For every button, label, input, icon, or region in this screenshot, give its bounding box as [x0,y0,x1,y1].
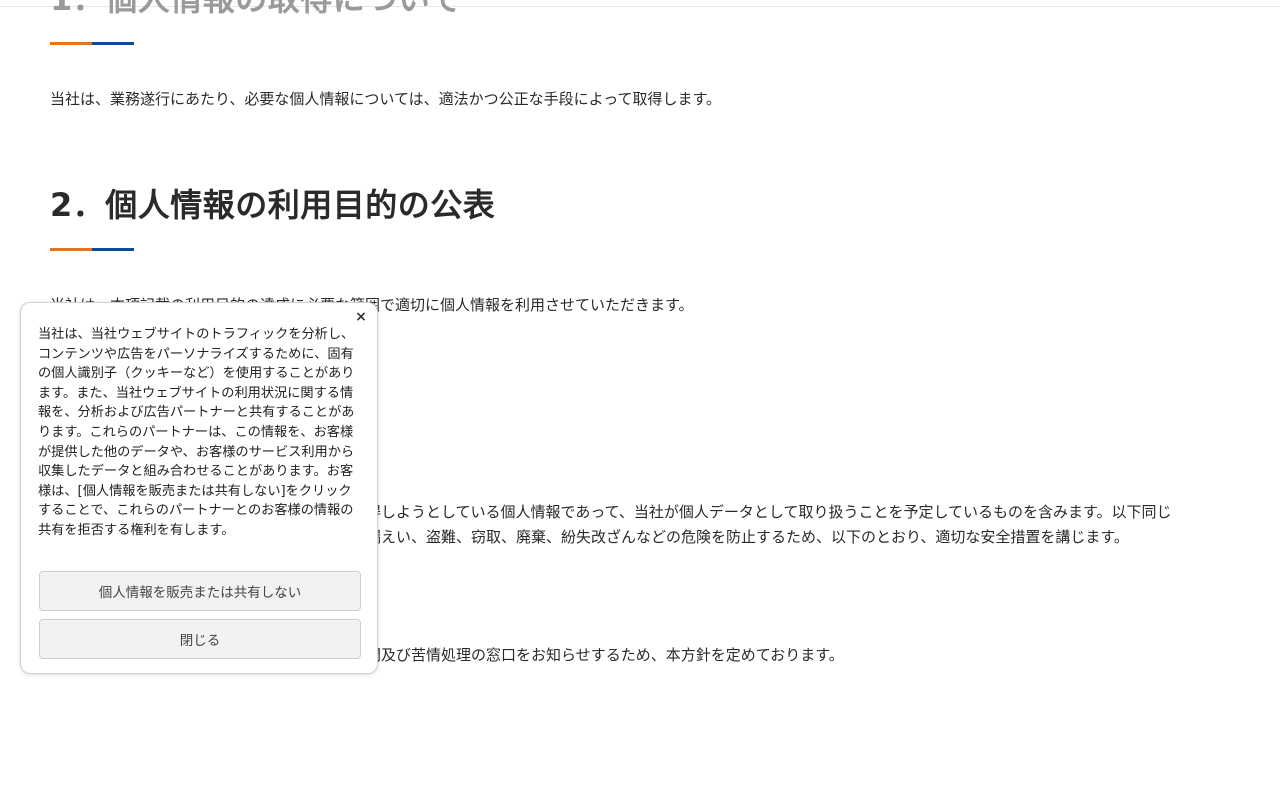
section-1-heading: 1．個人情報の取得について [50,0,462,20]
underline-orange-segment [50,248,92,251]
underline-navy-segment [92,248,134,251]
underline-orange-segment [50,42,92,45]
underline-navy-segment [92,42,134,45]
cookie-consent-banner: × 当社は、当社ウェブサイトのトラフィックを分析し、コンテンツや広告をパーソナラ… [20,302,378,674]
close-icon[interactable]: × [353,309,369,325]
section-2-underline [50,248,134,251]
cookie-message: 当社は、当社ウェブサイトのトラフィックを分析し、コンテンツや広告をパーソナライズ… [38,327,355,538]
section-1-underline [50,42,134,45]
privacy-policy-page: 1．個人情報の取得について 当社は、業務遂行にあたり、必要な個人情報については、… [0,0,1280,800]
partial-text-line-2: 漏えい、盗難、窃取、廃棄、紛失改ざんなどの危険を防止するため、以下のとおり、適切… [366,528,1129,546]
partial-text-line-1: 得しようとしている個人情報であって、当社が個人データとして取り扱うことを予定して… [366,503,1172,521]
section-1-body: 当社は、業務遂行にあたり、必要な個人情報については、適法かつ公正な手段によって取… [50,90,721,108]
section-2-heading: 2．個人情報の利用目的の公表 [50,186,496,224]
partial-text-line-3: 間及び苦情処理の窓口をお知らせするため、本方針を定めております。 [366,646,844,664]
do-not-sell-button[interactable]: 個人情報を販売または共有しない [39,571,361,611]
close-button[interactable]: 閉じる [39,619,361,659]
